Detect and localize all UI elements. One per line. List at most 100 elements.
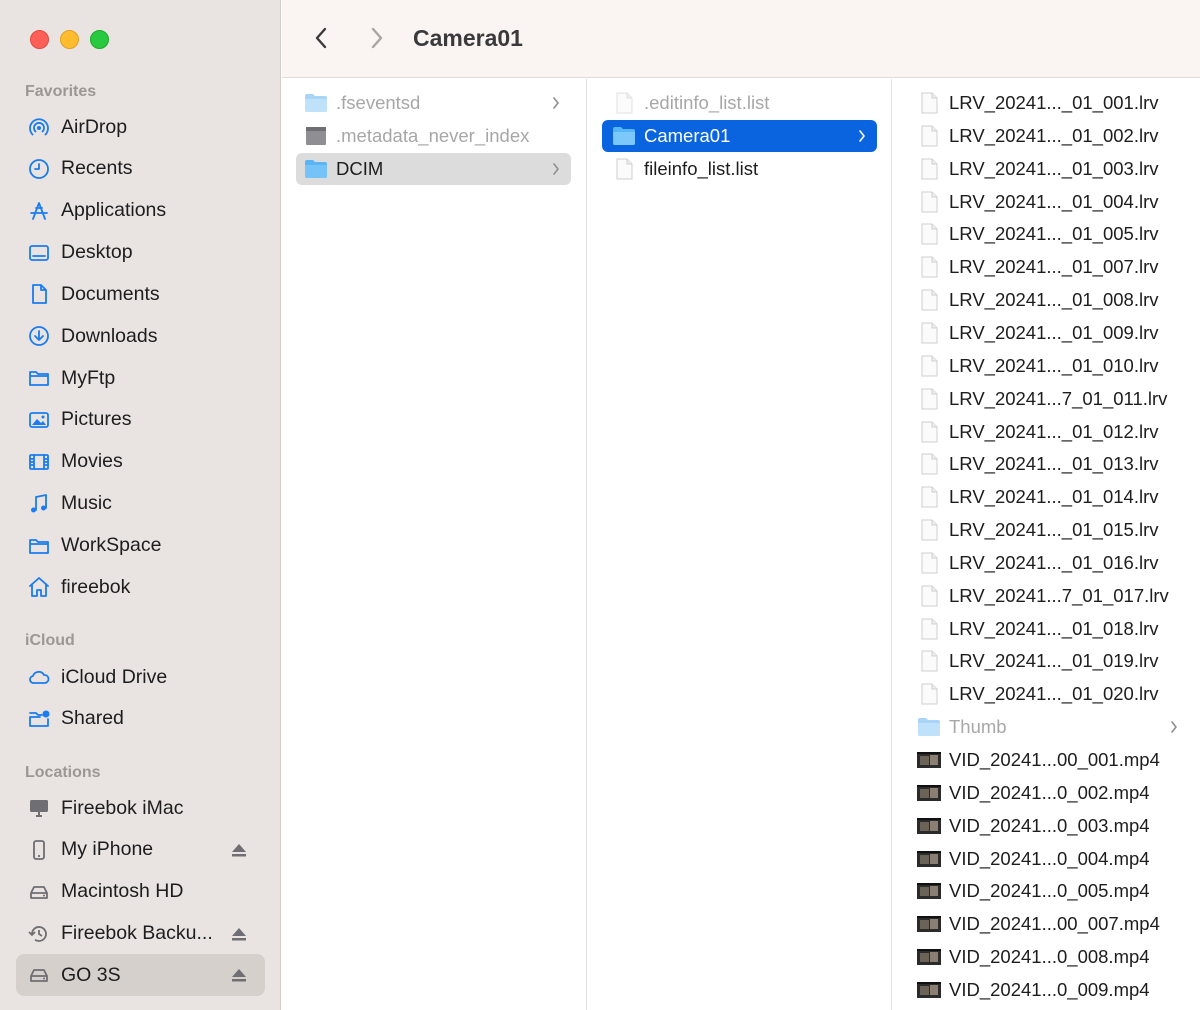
sidebar-item-shared[interactable]: Shared [16,698,265,740]
file-row[interactable]: LRV_20241..._01_016.lrv [909,547,1189,579]
file-row[interactable]: LRV_20241..._01_004.lrv [909,186,1189,218]
chevron-right-icon [371,27,383,49]
sidebar-item-myftp[interactable]: MyFtp [16,357,265,399]
video-thumb-icon [917,945,941,969]
sidebar-item-music[interactable]: Music [16,483,265,525]
file-icon [917,222,941,246]
film-icon [26,449,52,475]
forward-button[interactable] [362,24,390,52]
file-row[interactable]: LRV_20241..._01_010.lrv [909,350,1189,382]
file-row[interactable]: Thumb [909,711,1189,743]
sidebar-item-workspace[interactable]: WorkSpace [16,525,265,567]
file-row[interactable]: VID_20241...0_009.mp4 [909,974,1189,1006]
sidebar-item-downloads[interactable]: Downloads [16,315,265,357]
sidebar-item-documents[interactable]: Documents [16,273,265,315]
file-name: VID_20241...0_002.mp4 [949,781,1150,803]
file-name: LRV_20241..._01_004.lrv [949,190,1159,212]
time-machine-icon [26,921,52,947]
file-row[interactable]: LRV_20241...7_01_011.lrv [909,383,1189,415]
sidebar-item-label: Shared [61,707,124,730]
file-icon [612,157,636,181]
file-row[interactable]: LRV_20241..._01_019.lrv [909,645,1189,677]
file-row[interactable]: VID_20241...0_003.mp4 [909,810,1189,842]
disk-icon [26,962,52,988]
sidebar-item-fireebok-imac[interactable]: Fireebok iMac [16,787,265,829]
file-name: DCIM [336,157,384,179]
icloud-section-title: iCloud [25,632,75,649]
sidebar-item-recents[interactable]: Recents [16,148,265,190]
sidebar-item-label: Macintosh HD [61,880,184,903]
file-icon [917,584,941,608]
sidebar: Favorites AirDrop Recents Applications Desk… [0,0,281,1010]
file-row[interactable]: LRV_20241..._01_020.lrv [909,678,1189,710]
file-row[interactable]: VID_20241...0_004.mp4 [909,843,1189,875]
file-row[interactable]: LRV_20241..._01_009.lrv [909,317,1189,349]
file-row[interactable]: LRV_20241...7_01_017.lrv [909,580,1189,612]
video-thumb-icon [917,847,941,871]
file-row[interactable]: VID_20241...00_001.mp4 [909,744,1189,776]
sidebar-item-applications[interactable]: Applications [16,190,265,232]
sidebar-item-label: fireebok [61,575,131,598]
file-name: VID_20241...00_007.mp4 [949,913,1160,935]
file-name: .metadata_never_index [336,124,530,146]
file-name: LRV_20241..._01_015.lrv [949,519,1159,541]
file-icon [612,91,636,115]
zoom-window-button[interactable] [90,30,109,49]
file-name: LRV_20241..._01_018.lrv [949,617,1159,639]
file-row[interactable]: LRV_20241..._01_002.lrv [909,120,1189,152]
file-name: LRV_20241..._01_003.lrv [949,157,1159,179]
sidebar-item-fireebok-backu[interactable]: Fireebok Backu... [16,913,265,955]
sidebar-item-label: My iPhone [61,838,154,861]
file-row[interactable]: LRV_20241..._01_001.lrv [909,87,1189,119]
file-row[interactable]: VID_20241...0_002.mp4 [909,777,1189,809]
file-name: VID_20241...0_008.mp4 [949,946,1150,968]
file-row[interactable]: VID_20241...0_005.mp4 [909,875,1189,907]
file-icon [917,518,941,542]
desktop-icon [26,240,52,266]
file-icon [917,682,941,706]
file-name: LRV_20241..._01_008.lrv [949,289,1159,311]
file-icon [917,190,941,214]
file-row[interactable]: LRV_20241..._01_007.lrv [909,251,1189,283]
video-thumb-icon [917,814,941,838]
sidebar-item-macintosh-hd[interactable]: Macintosh HD [16,871,265,913]
file-row[interactable]: fileinfo_list.list [602,153,877,185]
sidebar-item-fireebok[interactable]: fireebok [16,566,265,608]
close-window-button[interactable] [30,30,49,49]
eject-icon[interactable] [231,967,247,983]
file-row[interactable]: LRV_20241..._01_015.lrv [909,514,1189,546]
file-row[interactable]: LRV_20241..._01_003.lrv [909,153,1189,185]
file-name: LRV_20241..._01_010.lrv [949,354,1159,376]
sidebar-item-label: Pictures [61,408,132,431]
file-row[interactable]: LRV_20241..._01_005.lrv [909,218,1189,250]
favorites-section-title: Favorites [25,83,97,100]
eject-icon[interactable] [231,842,247,858]
sidebar-item-my-iphone[interactable]: My iPhone [16,829,265,871]
file-row[interactable]: VID_20241...0_008.mp4 [909,941,1189,973]
file-name: fileinfo_list.list [644,157,759,179]
sidebar-item-label: Music [61,492,112,515]
sidebar-item-movies[interactable]: Movies [16,441,265,483]
sidebar-item-airdrop[interactable]: AirDrop [16,106,265,148]
sidebar-item-pictures[interactable]: Pictures [16,399,265,441]
file-row[interactable]: LRV_20241..._01_012.lrv [909,416,1189,448]
file-row[interactable]: VID_20241...00_007.mp4 [909,908,1189,940]
sidebar-item-go-3s[interactable]: GO 3S [16,954,265,997]
file-row[interactable]: LRV_20241..._01_008.lrv [909,284,1189,316]
file-row[interactable]: LRV_20241..._01_014.lrv [909,481,1189,513]
back-button[interactable] [308,24,336,52]
minimize-window-button[interactable] [60,30,79,49]
file-row[interactable]: .fseventsd [296,87,571,119]
sidebar-item-icloud-drive[interactable]: iCloud Drive [16,656,265,698]
file-row[interactable]: DCIM [296,152,571,185]
file-row[interactable]: .metadata_never_index [296,120,571,152]
file-name: LRV_20241...7_01_011.lrv [949,387,1168,409]
sidebar-item-label: Recents [61,157,133,180]
file-row[interactable]: LRV_20241..._01_013.lrv [909,448,1189,480]
file-row[interactable]: Camera01 [602,119,877,152]
file-row[interactable]: .editinfo_list.list [602,87,877,119]
sidebar-item-desktop[interactable]: Desktop [16,232,265,274]
eject-icon[interactable] [231,926,247,942]
column-camera01: LRV_20241..._01_001.lrv LRV_20241..._01_0… [893,79,1200,1010]
file-row[interactable]: LRV_20241..._01_018.lrv [909,613,1189,645]
